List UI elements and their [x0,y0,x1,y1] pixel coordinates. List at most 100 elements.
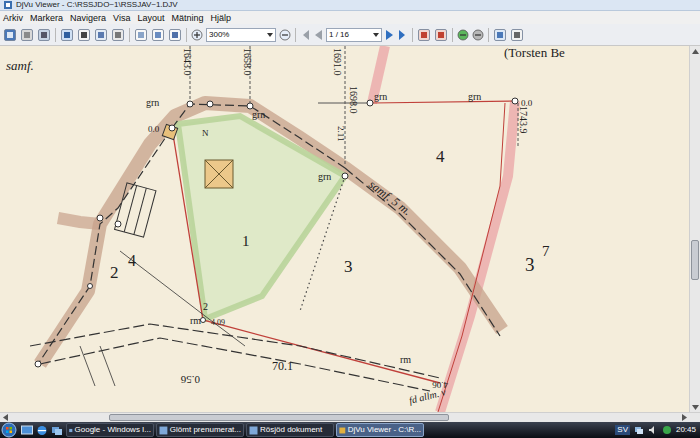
map-label: 3 [344,257,353,276]
dropdown-arrow-icon[interactable] [267,33,273,37]
title-bar: DjVu Viewer - C:\RSSJDO~1\RSSJAV~1.DJV [0,0,700,11]
scroll-left-icon[interactable] [3,414,8,421]
window-title: DjVu Viewer - C:\RSSJDO~1\RSSJAV~1.DJV [16,0,178,10]
map-label: 4.09 [211,318,225,327]
menu-item[interactable]: Layout [137,12,164,24]
facing-icon[interactable] [168,28,182,42]
map-label: samf. 5 m. [366,177,414,218]
scroll-up-icon[interactable] [692,49,699,54]
rotate-right-icon[interactable] [434,28,448,42]
map-label: grn [252,109,265,120]
map-label: 0.56 [180,374,200,386]
map-label: 1658.0 [242,48,253,76]
house-outline-icon [115,183,156,237]
next-page-icon[interactable] [385,29,395,41]
zoom-out-icon[interactable] [279,29,291,41]
toolbar-separator [412,28,413,42]
forward-icon[interactable] [472,29,484,41]
menu-item[interactable]: Visa [113,12,130,24]
map-label: 0.0 [521,98,533,108]
toolbar-separator [488,28,489,42]
text-select-icon[interactable] [77,28,91,42]
find-icon[interactable] [37,28,51,42]
zoom-in-icon[interactable] [191,29,203,41]
network-icon[interactable] [634,425,644,435]
map-label: samf. [6,58,34,73]
clock[interactable]: 20:45 [676,425,696,435]
menu-item[interactable]: Hjälp [210,12,231,24]
last-page-icon[interactable] [398,29,408,41]
taskbar-label: Google - Windows I... [75,425,151,435]
pan-icon[interactable] [111,28,125,42]
volume-icon[interactable] [648,425,658,435]
window-icon [339,426,346,435]
bookmark-icon[interactable] [510,28,524,42]
vertical-scrollbar[interactable] [689,46,700,412]
taskbar-button[interactable]: Rösjöd dokument [246,423,334,437]
page-dropdown[interactable]: 1 / 16 [326,28,382,42]
language-indicator[interactable]: SV [615,425,630,435]
map-label: 2 [110,263,119,282]
taskbar-label: DjVu Viewer - C:\R... [348,425,421,435]
map-label: rm [190,315,201,326]
map-label: 1 [242,233,250,249]
scroll-right-icon[interactable] [682,414,687,421]
menu-item[interactable]: Arkiv [3,12,23,24]
continuous-icon[interactable] [151,28,165,42]
scroll-down-icon[interactable] [692,405,699,410]
menu-item[interactable]: Mätning [171,12,203,24]
window-icon [69,426,73,435]
horizontal-scroll-thumb[interactable] [109,414,449,421]
toolbar-separator [129,28,130,42]
map-label: grn [318,171,331,182]
map-label: (Torsten Be [504,46,565,60]
map-canvas[interactable]: samf.1643.01658.01691.01698.02.111743.9g… [0,46,689,412]
save-icon[interactable] [3,28,17,42]
zoom-rect-icon[interactable] [94,28,108,42]
taskbar-button[interactable]: Glömt prenumerat... [156,423,244,437]
map-label: 3 [525,254,535,275]
vertical-scroll-thumb[interactable] [691,240,699,280]
map-label: 4 [436,147,445,166]
menu-item[interactable]: Markera [30,12,63,24]
map-label: 7 [542,243,550,259]
page-dropdown-value: 1 / 16 [329,30,349,40]
start-orb-icon[interactable] [0,422,18,438]
print-icon[interactable] [20,28,34,42]
window-icon [159,426,168,435]
show-desktop-icon[interactable] [21,425,33,436]
taskbar-button[interactable]: DjVu Viewer - C:\R... [336,423,424,437]
select-icon[interactable] [60,28,74,42]
map-label: grn [468,91,481,102]
rotate-left-icon[interactable] [417,28,431,42]
thumbnails-icon[interactable] [493,28,507,42]
document-area: samf.1643.01658.01691.01698.02.111743.9g… [0,46,700,422]
quick-launch [21,425,63,436]
small-building-icon [162,124,177,139]
toolbar: 300% 1 / 16 [0,24,700,46]
taskbar: Google - Windows I... Glömt prenumerat...… [0,422,700,438]
ie-icon[interactable] [36,425,48,436]
toolbar-separator [55,28,56,42]
menu-bar: Arkiv Markera Navigera Visa Layout Mätning Hjä… [0,11,700,24]
previous-page-icon[interactable] [313,29,323,41]
taskbar-label: Rösjöd dokument [260,425,322,435]
single-page-icon[interactable] [134,28,148,42]
zoom-dropdown[interactable]: 300% [206,28,276,42]
security-icon[interactable] [662,425,672,435]
dropdown-arrow-icon[interactable] [373,33,379,37]
map-label: 1743.9 [518,106,529,134]
map-label: fd allm. v [408,386,448,406]
zoom-dropdown-value: 300% [209,30,229,40]
back-icon[interactable] [457,29,469,41]
map-label: 1691.0 [332,48,343,76]
taskbar-button[interactable]: Google - Windows I... [66,423,154,437]
map-label: grn [146,97,159,108]
map-label: rm [400,354,411,365]
first-page-icon[interactable] [300,29,310,41]
switch-windows-icon[interactable] [51,425,63,436]
map-label: grn [374,91,387,102]
horizontal-scrollbar[interactable] [0,412,700,422]
menu-item[interactable]: Navigera [70,12,106,24]
map-label: 0.0 [148,124,160,134]
